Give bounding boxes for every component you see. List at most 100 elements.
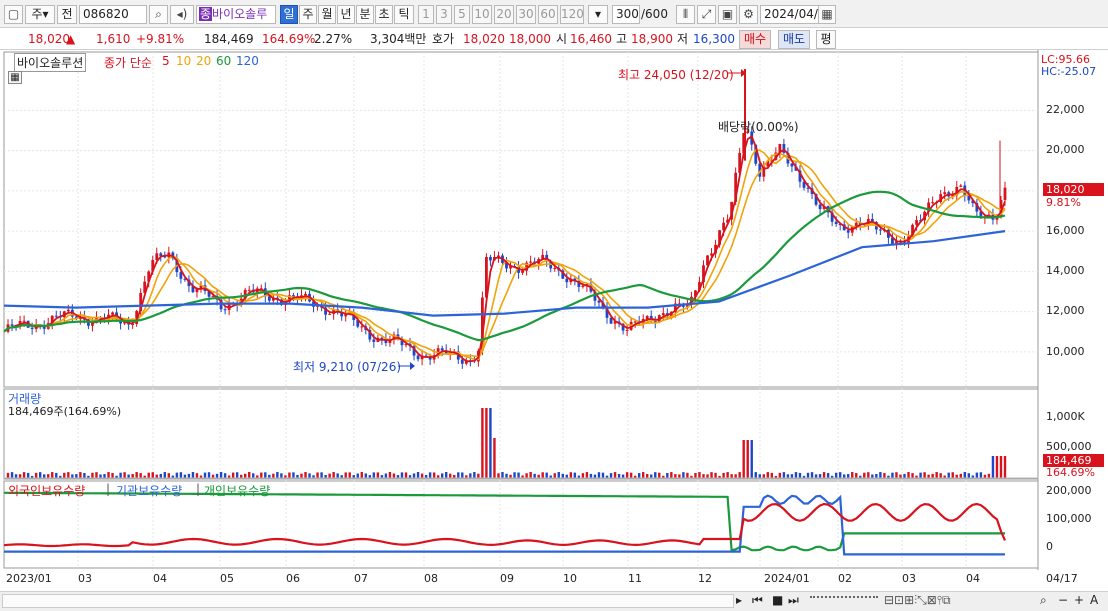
stock-chart[interactable] [0, 50, 1108, 591]
calendar-icon[interactable]: ▦ [818, 5, 836, 24]
zoom-slider[interactable] [810, 596, 878, 604]
calculator-icon[interactable]: ▦ [8, 71, 22, 84]
period-year[interactable]: 년 [337, 5, 355, 24]
candle-body [943, 192, 947, 195]
candle-body [460, 359, 464, 364]
count-input[interactable]: 300 [612, 5, 640, 24]
volume-bar [43, 474, 46, 478]
volume-bar [235, 472, 239, 478]
ma-10-label: 10 [176, 54, 192, 68]
volume-bar [111, 473, 114, 478]
period-day[interactable]: 일 [280, 5, 298, 24]
period-tick[interactable]: 틱 [394, 5, 414, 24]
ma-20-label: 20 [196, 54, 212, 68]
stock-name: 바이오솔루 [212, 7, 268, 21]
volume-bar [264, 472, 267, 478]
volume-bar [497, 473, 500, 478]
search-icon[interactable]: ⌕ [149, 5, 168, 24]
interval-120[interactable]: 120 [560, 5, 584, 24]
market-select[interactable]: 주▾ [25, 5, 55, 24]
period-second[interactable]: 초 [375, 5, 393, 24]
code-input[interactable]: 086820 [79, 5, 147, 24]
volume-bar [135, 472, 138, 478]
interval-3[interactable]: 3 [436, 5, 452, 24]
volume-bar [469, 473, 472, 478]
volume-bar [364, 473, 368, 478]
sell-button[interactable]: 매도 [778, 30, 810, 49]
stop-icon[interactable]: ■ [772, 593, 783, 607]
all-button[interactable]: 전 [57, 5, 77, 24]
zoom-icon[interactable]: ⌕ [1040, 593, 1047, 608]
volume-bar [308, 473, 311, 478]
save-icon[interactable]: ▣ [718, 5, 737, 24]
interval-10[interactable]: 10 [472, 5, 492, 24]
period-week[interactable]: 주 [299, 5, 317, 24]
volume-bar [702, 474, 705, 478]
interval-60[interactable]: 60 [538, 5, 558, 24]
price-axis-22000: 22,000 [1046, 103, 1085, 116]
interval-5[interactable]: 5 [454, 5, 470, 24]
volume-bar [336, 473, 339, 478]
candle-body [834, 221, 838, 224]
volume-bar [609, 473, 613, 478]
x-axis-label: 03 [902, 572, 916, 585]
last-page-icon[interactable]: ⏭ [788, 593, 799, 608]
stock-name-field[interactable]: 종바이오솔루 [196, 5, 276, 24]
volume-bar [332, 472, 335, 478]
interval-1[interactable]: 1 [418, 5, 434, 24]
volume-bar [79, 472, 82, 478]
chart-stock-name[interactable]: 바이오솔루션 [14, 53, 87, 72]
first-page-icon[interactable]: ⏮ [752, 593, 763, 608]
volume-bar [376, 472, 380, 478]
price-axis-12000: 12,000 [1046, 304, 1085, 317]
volume-bar [248, 472, 251, 478]
chart-type-icon[interactable]: ⫴ [676, 5, 695, 24]
period-month[interactable]: 월 [318, 5, 336, 24]
font-size-icon[interactable]: A [1090, 593, 1098, 607]
buy-button[interactable]: 매수 [739, 30, 771, 49]
settings-gear-icon[interactable]: ⚙ [739, 5, 758, 24]
volume-bar [927, 474, 930, 478]
holding-institution-label: 기관보유수량 [116, 484, 183, 498]
lowest-annotation: 최저 9,210 (07/26) [293, 360, 402, 374]
interval-dropdown[interactable]: ▾ [588, 5, 608, 24]
candle-body [846, 230, 850, 233]
volume-bar [18, 474, 22, 478]
volume-bar [223, 473, 227, 478]
horizontal-scrollbar[interactable]: ▸ ⏮ ■ ⏭ ⊟⊡⊞⫶⤡⊠⫯⧉ ⌕ − + A [0, 591, 1108, 611]
volume-bar [838, 472, 842, 478]
speaker-icon[interactable]: ◂) [170, 5, 194, 24]
scroll-right-icon[interactable]: ▸ [736, 593, 742, 607]
interval-30[interactable]: 30 [516, 5, 536, 24]
candle-body [360, 326, 364, 328]
volume-bar [388, 472, 392, 478]
volume-bar [99, 474, 102, 478]
candle-body [565, 278, 569, 283]
volume-bar [215, 473, 219, 478]
zoom-out-icon[interactable]: − [1058, 593, 1068, 607]
zoom-in-icon[interactable]: + [1074, 593, 1084, 607]
tool-icons[interactable]: ⊟⊡⊞⫶⤡⊠⫯⧉ [884, 593, 951, 608]
volume-bar [851, 472, 854, 478]
volume-bar [999, 456, 1003, 478]
x-axis-label: 11 [628, 572, 642, 585]
volume-current: 184,469주(164.69%) [8, 405, 122, 418]
volume-bar [794, 472, 798, 478]
scroll-track[interactable] [2, 594, 734, 608]
draw-line-icon[interactable]: ⤢ [697, 5, 716, 24]
volume-bar [650, 474, 653, 478]
volume-bar [51, 472, 54, 478]
period-minute[interactable]: 분 [356, 5, 374, 24]
volume-bar [195, 473, 199, 478]
candle-body [416, 355, 420, 360]
open-price: 16,460 [570, 32, 612, 46]
avg-button[interactable]: 평 [816, 30, 836, 49]
interval-20[interactable]: 20 [494, 5, 514, 24]
volume-bar [473, 472, 476, 478]
volume-bar [818, 474, 822, 478]
price-tag-pct: 9.81% [1046, 196, 1081, 209]
candle-body [609, 317, 613, 324]
volume-bar [67, 472, 70, 478]
volume-axis-1000k: 1,000K [1046, 410, 1085, 423]
window-icon[interactable]: ▢ [4, 5, 23, 24]
